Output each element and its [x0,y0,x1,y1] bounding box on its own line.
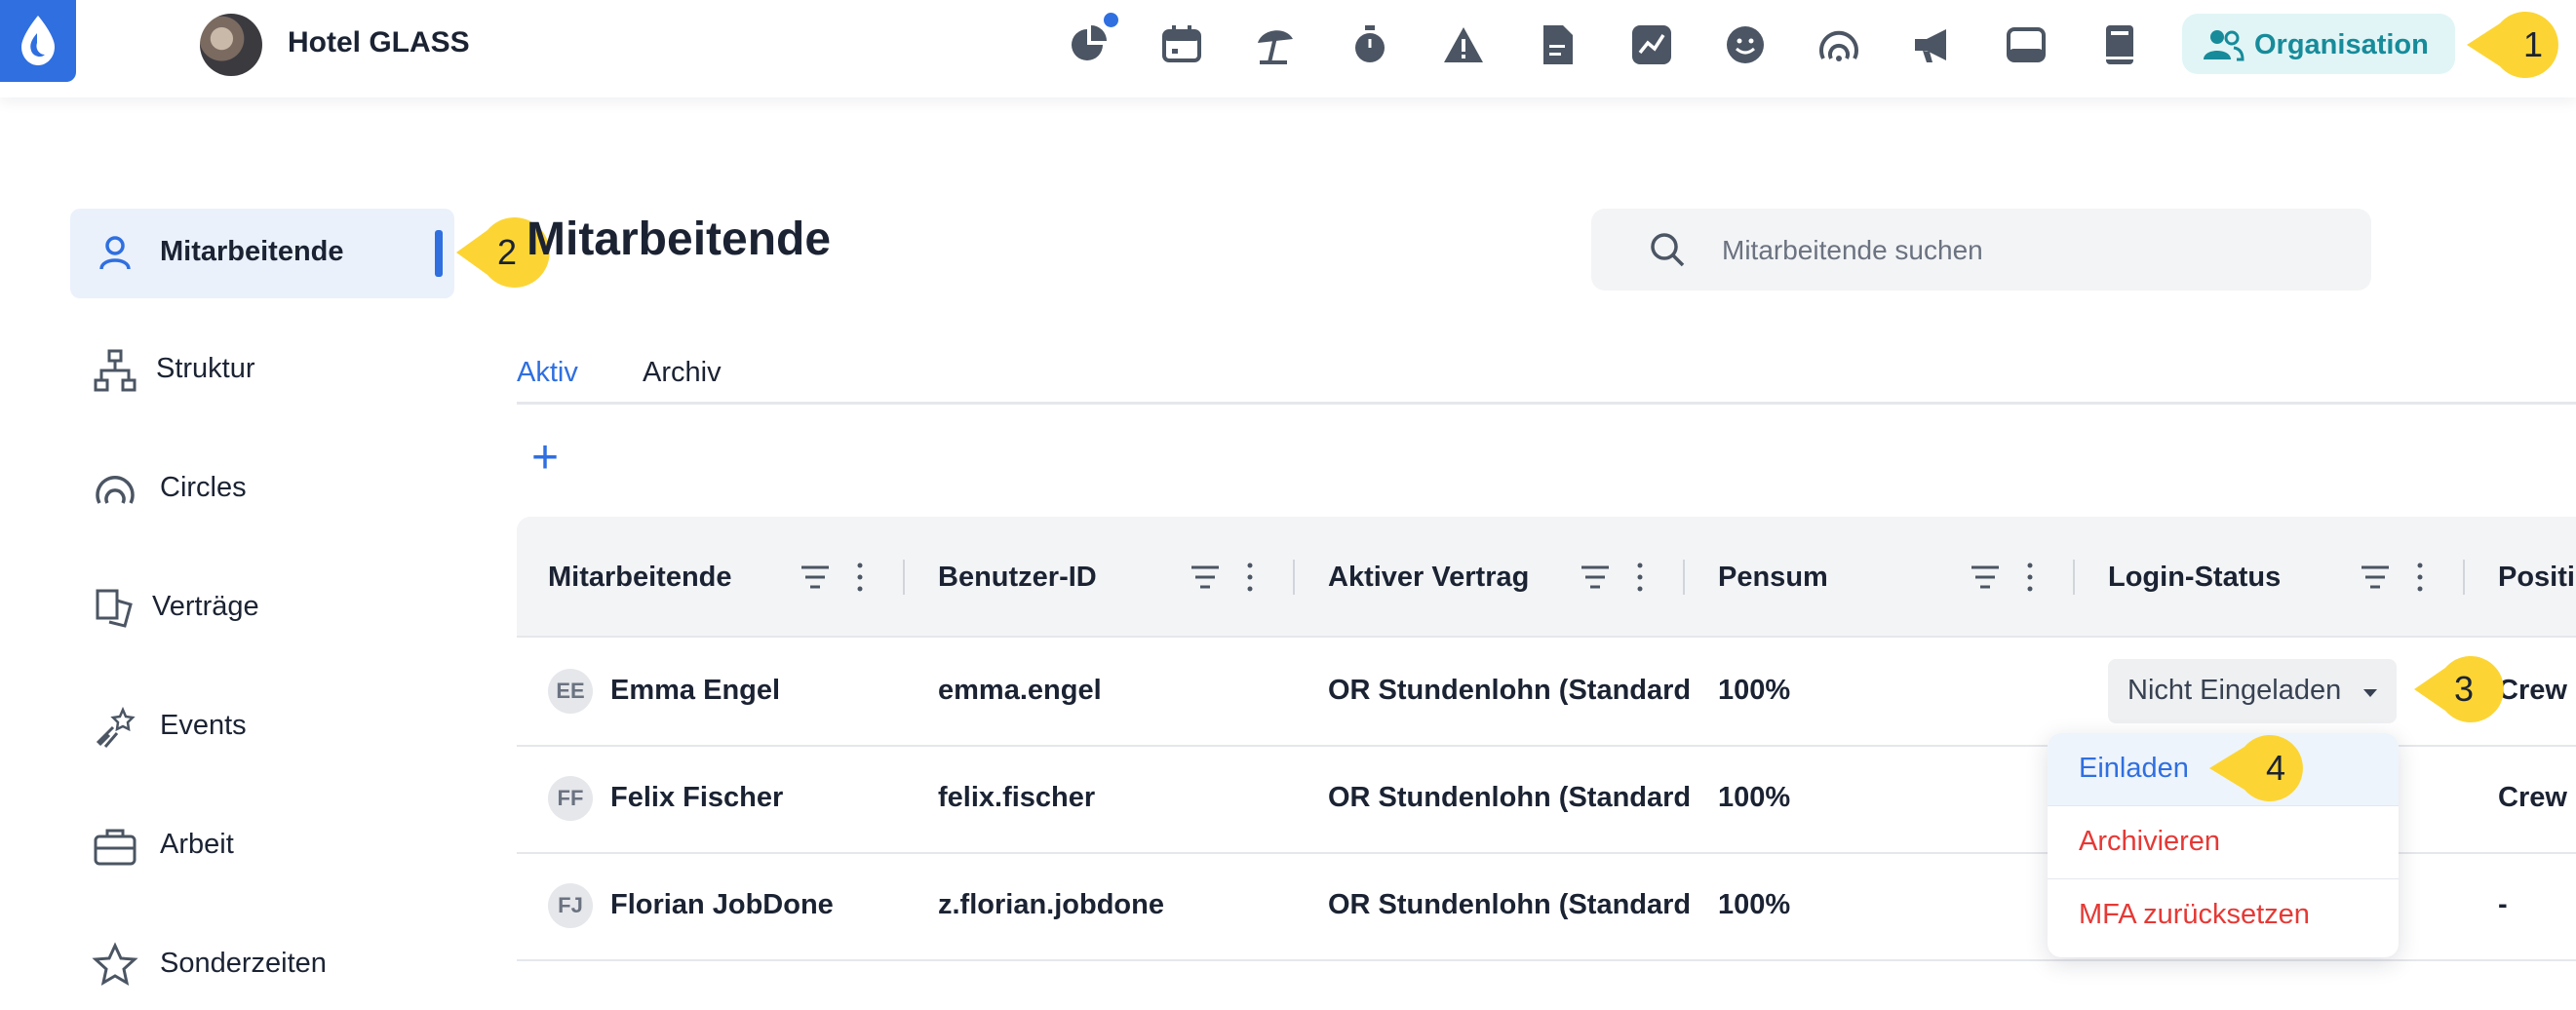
search-input[interactable] [1720,228,2328,273]
organisation-label: Organisation [2254,29,2429,60]
user-icon [99,236,131,270]
user-id: felix.fischer [938,782,1096,813]
initials-avatar: EE [548,669,593,714]
star-icon [92,942,138,987]
book-icon[interactable] [2096,21,2143,68]
hotel-avatar[interactable] [200,14,262,76]
login-status-dropdown[interactable]: Nicht Eingeladen [2108,659,2397,723]
sidebar-item-arbeit[interactable]: Arbeit [70,801,454,891]
column-separator[interactable] [2073,560,2075,595]
pensum: 100% [1718,675,1791,706]
pie-chart-icon[interactable] [1066,21,1112,68]
column-header-mitarbeitende[interactable]: Mitarbeitende [548,562,732,594]
search-box[interactable] [1591,209,2371,291]
user-id: emma.engel [938,675,1102,706]
sidebar-item-label: Arbeit [160,829,234,860]
pensum: 100% [1718,889,1791,920]
circles-icon[interactable] [1815,21,1862,68]
user-id: z.florian.jobdone [938,889,1164,920]
tab-aktiv[interactable]: Aktiv [517,357,578,389]
initials-avatar: FF [548,776,593,821]
sidebar-item-label: Verträge [152,591,259,622]
sidebar-item-circles[interactable]: Circles [70,445,454,534]
briefcase-icon [94,829,137,866]
table-header: Mitarbeitende Benutzer-ID Aktiver Vertra… [517,517,2576,638]
login-status-value: Nicht Eingeladen [2127,675,2342,706]
sidebar-item-label: Circles [160,472,247,503]
menu-item-mfa-zuruecksetzen[interactable]: MFA zurücksetzen [2048,879,2399,952]
active-contract: OR Stundenlohn (Standard [1328,675,1692,706]
callout-1: 1 [2463,6,2570,84]
warning-icon[interactable] [1440,21,1487,68]
callout-4: 4 [2207,729,2315,807]
employee-name[interactable]: Florian JobDone [610,889,834,921]
shooting-star-icon [96,706,136,748]
pensum: 100% [1718,782,1791,813]
column-header-login-status[interactable]: Login-Status [2108,562,2281,594]
column-header-position[interactable]: Positi [2498,562,2575,594]
sidebar-item-label: Sonderzeiten [160,948,327,979]
position: - [2498,889,2508,920]
sidebar-item-events[interactable]: Events [70,682,454,772]
filter-menu-icons[interactable] [1576,554,1654,601]
active-indicator [435,230,443,277]
users-icon [2204,30,2244,61]
page-title: Mitarbeitende [527,214,832,265]
sidebar-item-label: Events [160,710,247,741]
column-separator[interactable] [1293,560,1295,595]
column-separator[interactable] [2463,560,2465,595]
hotel-name: Hotel GLASS [288,26,470,58]
tab-archiv[interactable]: Archiv [643,357,722,389]
organisation-button[interactable]: Organisation [2182,14,2455,74]
search-icon [1651,233,1685,267]
inbox-icon[interactable] [2003,21,2049,68]
column-separator[interactable] [1683,560,1685,595]
trend-chart-icon[interactable] [1628,21,1675,68]
notification-dot [1104,13,1118,27]
circles-icon [96,476,135,504]
tab-divider [517,402,2576,405]
filter-menu-icons[interactable] [2356,554,2434,601]
filter-menu-icons[interactable] [1966,554,2044,601]
callout-3: 3 [2412,650,2510,728]
column-header-benutzer-id[interactable]: Benutzer-ID [938,562,1097,594]
initials-avatar: FJ [548,883,593,928]
app-logo[interactable] [0,0,76,82]
drop-logo-icon [21,16,55,65]
caret-down-icon [2363,689,2377,697]
contract-icon [96,589,133,628]
sidebar-item-label: Struktur [156,353,255,384]
menu-item-archivieren[interactable]: Archivieren [2048,806,2399,878]
employee-name[interactable]: Emma Engel [610,675,780,707]
header-divider [517,636,2576,638]
position: Crew [2498,782,2567,813]
sidebar-item-struktur[interactable]: Struktur [70,326,454,415]
filter-menu-icons[interactable] [796,554,874,601]
employee-name[interactable]: Felix Fischer [610,782,783,814]
sidebar-item-label: Mitarbeitende [160,236,344,267]
active-contract: OR Stundenlohn (Standard [1328,889,1692,920]
beach-umbrella-icon[interactable] [1252,21,1299,68]
sidebar-item-vertraege[interactable]: Verträge [70,563,454,653]
column-header-pensum[interactable]: Pensum [1718,562,1828,594]
active-contract: OR Stundenlohn (Standard [1328,782,1692,813]
add-employee-button[interactable]: + [531,435,559,482]
document-icon[interactable] [1534,21,1581,68]
column-header-aktiver-vertrag[interactable]: Aktiver Vertrag [1328,562,1529,594]
stopwatch-icon[interactable] [1347,21,1393,68]
hierarchy-icon [94,349,137,392]
sidebar-item-mitarbeitende[interactable]: Mitarbeitende [70,209,454,298]
megaphone-icon[interactable] [1909,21,1956,68]
column-separator[interactable] [903,560,905,595]
sidebar-item-sonderzeiten[interactable]: Sonderzeiten [70,920,454,1010]
calendar-icon[interactable] [1158,21,1205,68]
smiley-icon[interactable] [1722,21,1769,68]
top-bar: Hotel GLASS Organisation [0,0,2576,97]
filter-menu-icons[interactable] [1186,554,1264,601]
